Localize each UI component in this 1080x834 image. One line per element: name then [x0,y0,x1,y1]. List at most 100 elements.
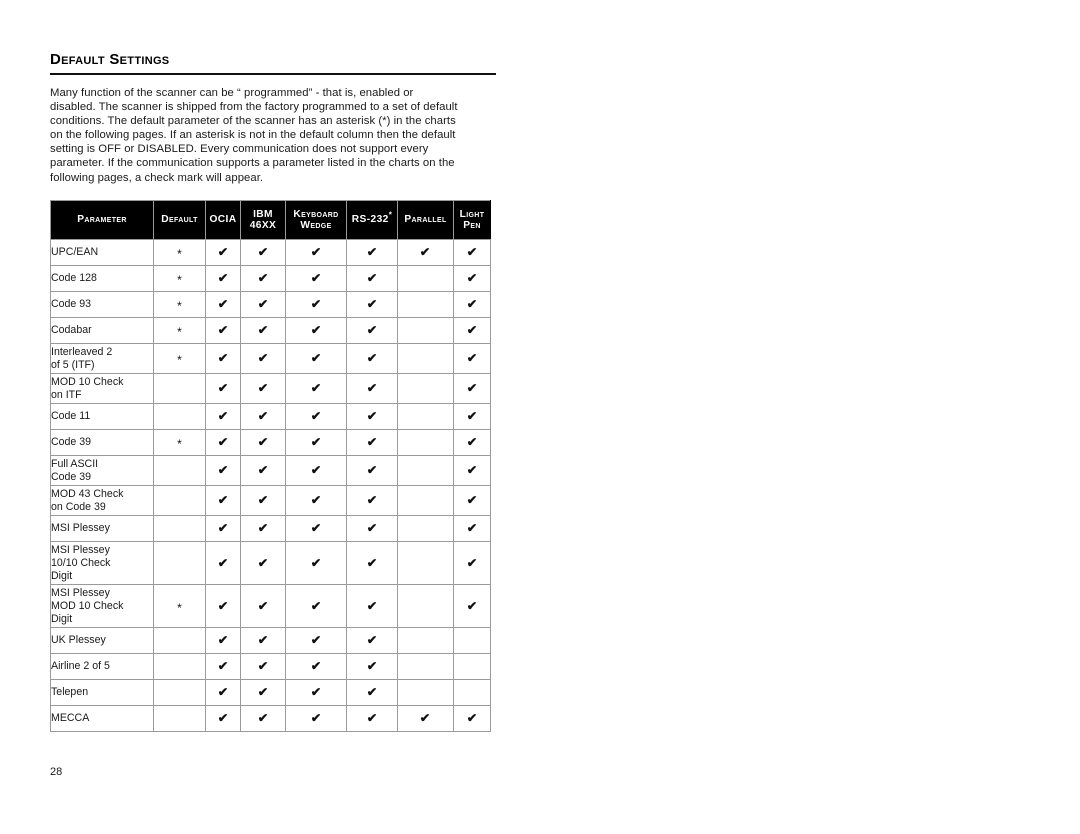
cell-ocia: ✔ [205,429,241,456]
cell-rs232: ✔ [346,291,398,318]
cell-ocia: ✔ [205,627,241,654]
check-mark-icon: ✔ [310,435,322,449]
cell-rs232: ✔ [346,403,398,430]
cell-light_pen: ✔ [453,515,491,542]
cell-ocia: ✔ [205,679,241,706]
cell-parallel: ✔ [397,705,454,732]
cell-keyboard_wedge: ✔ [285,515,347,542]
parameter-name: MOD 10 Check on ITF [50,373,154,404]
column-header-label: OCIA [209,214,237,226]
check-mark-icon: ✔ [257,435,269,449]
check-mark-icon: ✔ [366,633,378,647]
cell-ocia: ✔ [205,239,241,266]
check-mark-icon: ✔ [217,463,229,477]
check-mark-icon: ✔ [217,409,229,423]
check-mark-icon: ✔ [257,351,269,365]
check-mark-icon: ✔ [257,409,269,423]
page-title: Default Settings [50,51,170,68]
check-mark-icon: ✔ [217,685,229,699]
column-header-label: Keyboard [293,208,339,220]
check-mark-icon: ✔ [217,297,229,311]
parameter-name: Code 128 [50,265,154,292]
cell-light_pen [453,679,491,706]
cell-rs232: ✔ [346,455,398,486]
check-mark-icon: ✔ [310,598,322,613]
intro-paragraph: Many function of the scanner can be “ pr… [50,87,458,184]
document-page: Default Settings Many function of the sc… [0,0,1080,834]
cell-ibm46xx: ✔ [240,584,286,628]
cell-ibm46xx: ✔ [240,455,286,486]
cell-light_pen: ✔ [453,429,491,456]
check-mark-icon: ✔ [466,598,478,613]
default-asterisk-icon: * [177,299,182,313]
cell-keyboard_wedge: ✔ [285,627,347,654]
check-mark-icon: ✔ [466,323,478,337]
cell-default: * [153,265,206,292]
check-mark-icon: ✔ [310,271,322,285]
check-mark-icon: ✔ [366,555,378,570]
parameter-name: Airline 2 of 5 [50,653,154,680]
cell-ibm46xx: ✔ [240,403,286,430]
check-mark-icon: ✔ [310,521,322,535]
cell-rs232: ✔ [346,429,398,456]
cell-rs232: ✔ [346,705,398,732]
check-mark-icon: ✔ [310,555,322,570]
check-mark-icon: ✔ [466,381,478,395]
cell-rs232: ✔ [346,515,398,542]
cell-rs232: ✔ [346,265,398,292]
cell-default [153,373,206,404]
column-header-parameter: Parameter [50,200,154,240]
cell-parallel [397,429,454,456]
check-mark-icon: ✔ [257,555,269,570]
check-mark-icon: ✔ [257,463,269,477]
check-mark-icon: ✔ [310,493,322,507]
parameter-name: Code 39 [50,429,154,456]
check-mark-icon: ✔ [310,351,322,365]
cell-ibm46xx: ✔ [240,705,286,732]
table-header: Parameter Default OCIA IBM 46XX Keyboard Wedge… [50,200,491,240]
cell-keyboard_wedge: ✔ [285,541,347,585]
cell-light_pen [453,627,491,654]
cell-default: * [153,584,206,628]
default-asterisk-icon: * [177,437,182,451]
check-mark-icon: ✔ [310,685,322,699]
cell-parallel [397,584,454,628]
table-row: Code 128 * ✔ ✔ ✔ ✔ ✔ [50,265,491,292]
check-mark-icon: ✔ [257,493,269,507]
cell-light_pen: ✔ [453,373,491,404]
column-header-light_pen: Light Pen [453,200,491,240]
cell-ocia: ✔ [205,403,241,430]
table-row: MECCA ✔ ✔ ✔ ✔ ✔ ✔ [50,705,491,732]
check-mark-icon: ✔ [466,521,478,535]
column-header-ibm46xx: IBM 46XX [240,200,286,240]
check-mark-icon: ✔ [310,323,322,337]
parameter-name: Telepen [50,679,154,706]
check-mark-icon: ✔ [366,409,378,423]
cell-ocia: ✔ [205,584,241,628]
check-mark-icon: ✔ [217,521,229,535]
cell-keyboard_wedge: ✔ [285,373,347,404]
cell-ocia: ✔ [205,291,241,318]
table-row: UPC/EAN * ✔ ✔ ✔ ✔ ✔ ✔ [50,239,491,266]
default-asterisk-icon: * [177,600,182,615]
cell-keyboard_wedge: ✔ [285,679,347,706]
cell-default: * [153,317,206,344]
parameter-name: Code 11 [50,403,154,430]
cell-light_pen: ✔ [453,291,491,318]
column-header-label-line2: Pen [463,220,481,231]
check-mark-icon: ✔ [466,435,478,449]
check-mark-icon: ✔ [466,409,478,423]
cell-ocia: ✔ [205,705,241,732]
cell-default [153,455,206,486]
parameter-name: MSI Plessey [50,515,154,542]
cell-default [153,515,206,542]
check-mark-icon: ✔ [466,493,478,507]
cell-ibm46xx: ✔ [240,239,286,266]
settings-table: Parameter Default OCIA IBM 46XX Keyboard Wedge… [50,200,491,732]
check-mark-icon: ✔ [257,711,269,725]
cell-ocia: ✔ [205,485,241,516]
cell-ocia: ✔ [205,343,241,374]
cell-default: * [153,291,206,318]
parameter-name: MSI Plessey MOD 10 Check Digit [50,584,154,628]
cell-default [153,653,206,680]
